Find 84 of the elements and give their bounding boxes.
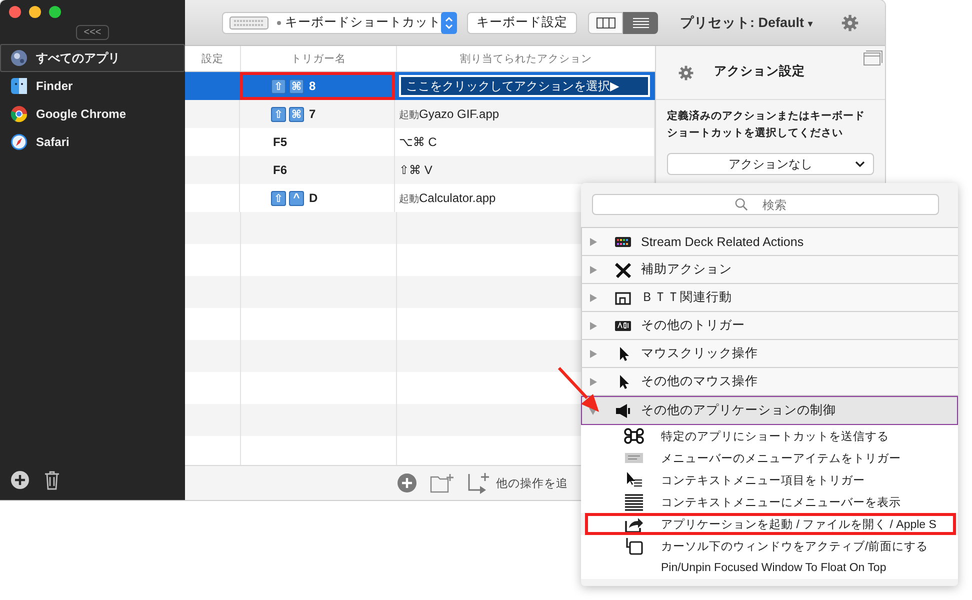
key-cap: ⇧ bbox=[271, 106, 286, 122]
tools-icon bbox=[614, 262, 632, 278]
collapse-button[interactable]: <<< bbox=[76, 25, 110, 40]
share-arrow-icon bbox=[624, 515, 644, 533]
key-cap: ^ bbox=[289, 190, 304, 206]
action-item[interactable]: カーソル下のウィンドウをアクティブ/前面にする bbox=[581, 535, 958, 557]
chrome-icon bbox=[10, 105, 28, 123]
list-view-button[interactable] bbox=[623, 12, 658, 34]
new-folder-icon[interactable] bbox=[430, 473, 454, 493]
disclosure-icon bbox=[588, 320, 598, 330]
app-item[interactable]: Google Chrome bbox=[0, 100, 185, 128]
table-row[interactable]: ⇧ ⌘ 7 起動Gyazo GIF.app bbox=[185, 100, 655, 128]
disclosure-icon bbox=[588, 348, 598, 358]
megaphone-icon bbox=[614, 402, 632, 418]
keyboard-settings-button[interactable]: キーボード設定 bbox=[467, 12, 577, 34]
action-select-field[interactable]: ここをクリックしてアクションを選択▶ bbox=[399, 75, 650, 97]
app-item[interactable]: すべてのアプリ bbox=[0, 44, 185, 72]
category-item[interactable]: ＢＴＴ関連行動 bbox=[581, 284, 958, 312]
command-icon bbox=[624, 427, 644, 445]
column-header[interactable]: 設定 bbox=[185, 46, 241, 71]
table-row[interactable]: ⇧ ⌘ 8 ここをクリックしてアクションを選択▶ bbox=[185, 72, 655, 100]
action-item[interactable]: アプリケーションを起動 / ファイルを開く / Apple S bbox=[585, 513, 956, 535]
action-item[interactable]: メニューバーのメニューアイテムをトリガー bbox=[581, 447, 958, 469]
category-item[interactable]: その他のマウス操作 bbox=[581, 368, 958, 396]
category-item[interactable]: その他のアプリケーションの制御 bbox=[581, 396, 958, 425]
trigger-cell: ⇧ ⌘ 8 bbox=[240, 72, 395, 100]
key-cap: ⇧ bbox=[271, 190, 286, 206]
category-item[interactable]: 補助アクション bbox=[581, 256, 958, 284]
add-action-icon[interactable] bbox=[467, 472, 491, 494]
add-action-label[interactable]: 他の操作を追 bbox=[496, 476, 568, 490]
column-header[interactable]: 割り当てられたアクション bbox=[397, 46, 655, 71]
chevron-icon bbox=[855, 161, 865, 167]
action-item[interactable]: コンテキストメニュー項目をトリガー bbox=[581, 469, 958, 491]
menu-lines-icon bbox=[624, 493, 644, 511]
key-cap: ⌘ bbox=[289, 78, 304, 94]
trigger-type-dropdown[interactable]: キーボードショートカット bbox=[222, 12, 457, 34]
app-item[interactable]: Finder bbox=[0, 72, 185, 100]
trash-icon[interactable] bbox=[44, 470, 60, 490]
add-icon[interactable] bbox=[397, 473, 417, 493]
close-button[interactable] bbox=[9, 6, 21, 18]
action-text: ⌥⌘ C bbox=[399, 135, 437, 149]
settings-icon bbox=[678, 64, 694, 80]
trackpad-icon bbox=[614, 290, 632, 306]
window-icon[interactable] bbox=[863, 50, 883, 66]
safari-icon bbox=[10, 133, 28, 151]
window-icon bbox=[624, 537, 644, 555]
column-header[interactable]: トリガー名 bbox=[241, 46, 397, 71]
action-item[interactable]: 特定のアプリにショートカットを送信する bbox=[581, 425, 958, 447]
trigger-type-label: キーボードショートカット bbox=[285, 14, 441, 31]
search-field[interactable]: 検索 bbox=[592, 194, 939, 215]
action-item[interactable]: Pin/Unpin Focused Window To Float On Top bbox=[581, 557, 958, 579]
context-menu-icon bbox=[624, 471, 644, 489]
preset-selector[interactable]: プリセット: Default ▾ bbox=[680, 14, 813, 32]
action-dropdown-label: アクションなし bbox=[728, 156, 812, 172]
finder-icon bbox=[10, 77, 28, 95]
category-item[interactable]: その他のトリガー bbox=[581, 312, 958, 340]
disclosure-icon bbox=[588, 264, 598, 274]
columns-icon bbox=[596, 16, 616, 28]
action-text: 起動Calculator.app bbox=[399, 190, 496, 206]
action-text: 起動Gyazo GIF.app bbox=[399, 106, 500, 122]
disclosure-icon bbox=[588, 292, 598, 302]
action-item[interactable]: コンテキストメニューにメニューバーを表示 bbox=[581, 491, 958, 513]
keyboard-icon bbox=[229, 16, 269, 30]
settings-icon[interactable] bbox=[840, 14, 859, 32]
search-icon bbox=[735, 198, 748, 211]
stepper-icon bbox=[441, 12, 457, 34]
add-icon[interactable] bbox=[10, 470, 30, 490]
disclosure-icon bbox=[588, 376, 598, 386]
category-item[interactable]: Stream Deck Related Actions bbox=[581, 228, 958, 256]
action-dropdown[interactable]: アクションなし bbox=[667, 153, 874, 175]
key-cap: ⌘ bbox=[289, 106, 304, 122]
zoom-button[interactable] bbox=[49, 6, 61, 18]
minimize-button[interactable] bbox=[29, 6, 41, 18]
columns-view-button[interactable] bbox=[588, 12, 623, 34]
category-item[interactable]: マウスクリック操作 bbox=[581, 340, 958, 368]
panel-title: アクション設定 bbox=[714, 63, 805, 80]
disclosure-icon bbox=[588, 236, 598, 246]
table-row[interactable]: F6 ⇧⌘ V bbox=[185, 156, 655, 184]
key-cap: ⇧ bbox=[271, 78, 286, 94]
app-item[interactable]: Safari bbox=[0, 128, 185, 156]
action-text: ⇧⌘ V bbox=[399, 163, 432, 177]
panel-description: 定義済みのアクションまたはキーボードショートカットを選択してください bbox=[667, 108, 866, 141]
list-icon bbox=[632, 16, 650, 28]
globe-icon bbox=[10, 49, 28, 67]
